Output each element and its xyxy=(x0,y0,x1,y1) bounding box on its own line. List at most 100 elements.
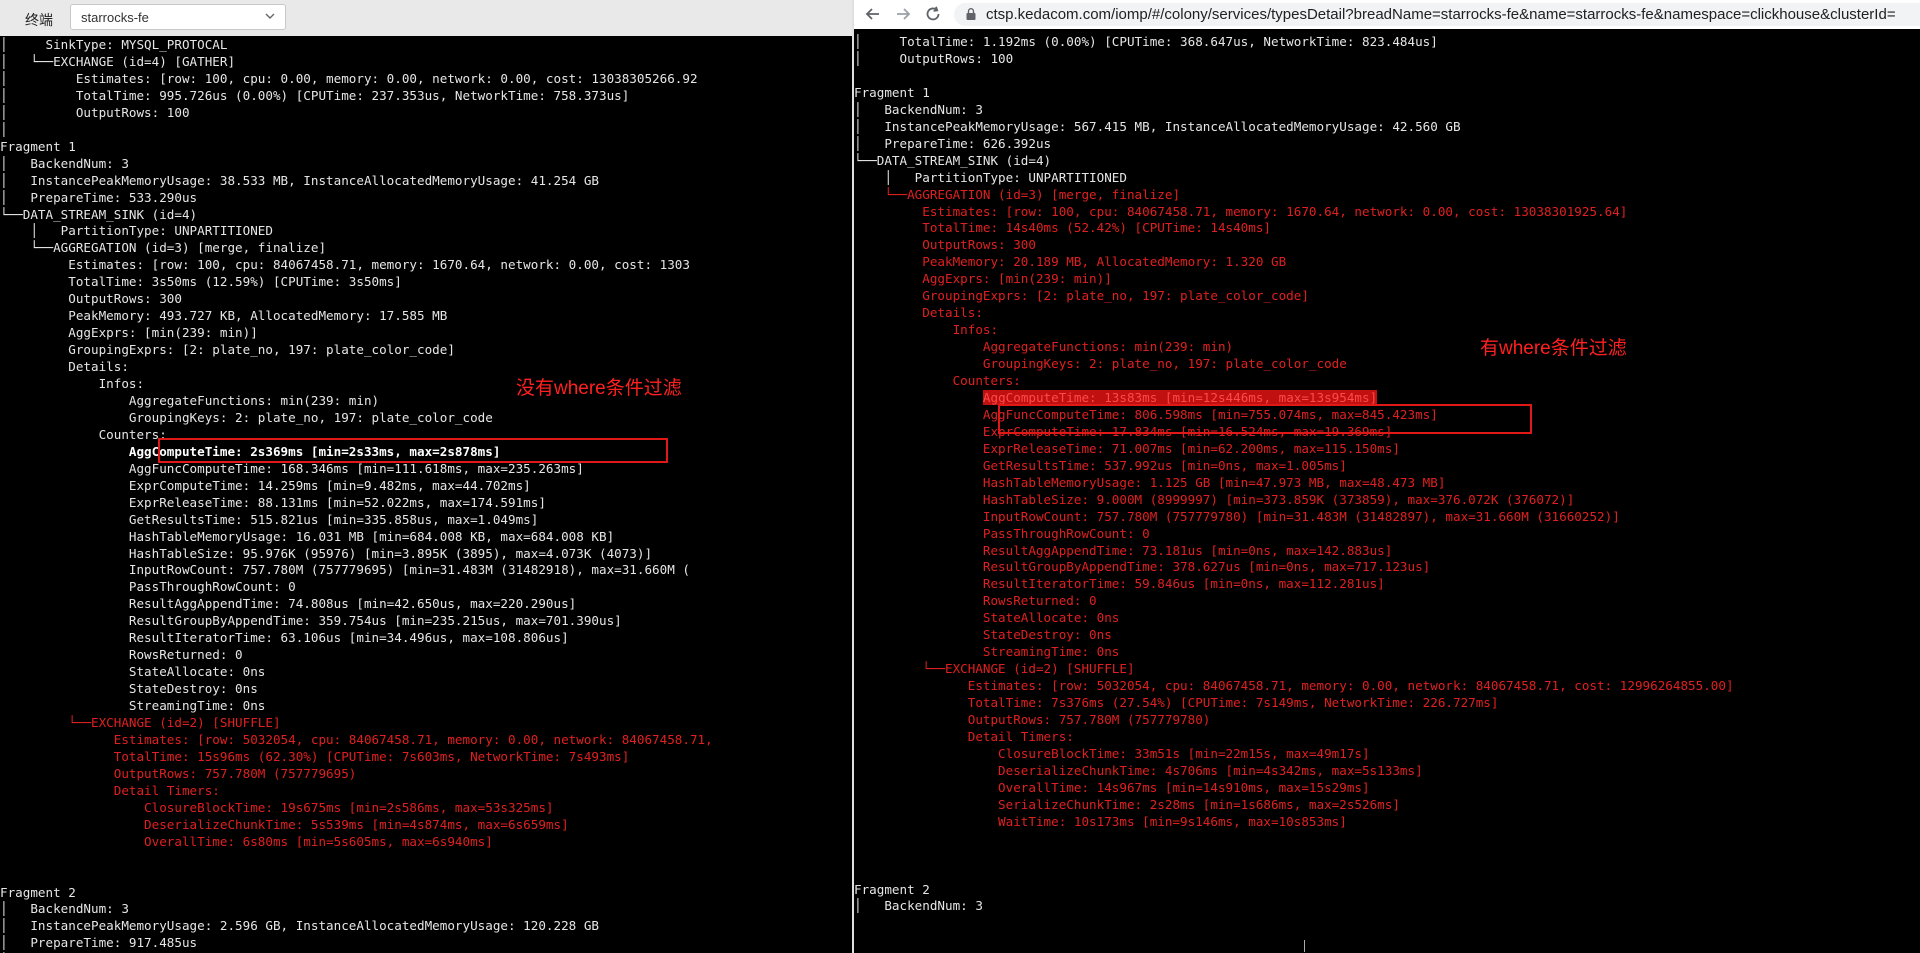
code-line: HashTableMemoryUsage: 1.125 GB [min=47.9… xyxy=(854,474,1446,490)
code-line: │ PrepareTime: 533.290us xyxy=(0,189,198,205)
code-line: AggregateFunctions: min(239: min) xyxy=(0,392,380,408)
code-line: Estimates: [row: 5032054, cpu: 84067458.… xyxy=(0,731,713,747)
code-line: DeserializeChunkTime: 5s539ms [min=4s874… xyxy=(0,816,569,832)
code-line: ClosureBlockTime: 19s675ms [min=2s586ms,… xyxy=(0,799,554,815)
annotation-no-where: 没有where条件过滤 xyxy=(516,378,682,399)
code-line: SerializeChunkTime: 2s28ms [min=1s686ms,… xyxy=(854,796,1400,812)
code-line: ExprReleaseTime: 71.007ms [min=62.200ms,… xyxy=(854,440,1400,456)
code-line: │ InstancePeakMemoryUsage: 2.596 GB, Ins… xyxy=(0,918,599,934)
code-line: │ Estimates: [row: 100, cpu: 0.00, memor… xyxy=(0,70,698,86)
code-line: ResultAggAppendTime: 73.181us [min=0ns, … xyxy=(854,542,1393,558)
code-line: OutputRows: 757.780M (757779695) xyxy=(0,765,357,781)
code-line: │ TotalTime: 995.726us (0.00%) [CPUTime:… xyxy=(0,87,630,103)
code-line: StateAllocate: 0ns xyxy=(0,664,266,680)
back-arrow-icon[interactable] xyxy=(864,5,882,23)
code-line: GetResultsTime: 537.992us [min=0ns, max=… xyxy=(854,457,1347,473)
highlight-box-left xyxy=(158,438,668,463)
code-line: WaitTime: 10s173ms [min=9s146ms, max=10s… xyxy=(854,813,1347,829)
code-line: PeakMemory: 20.189 MB, AllocatedMemory: … xyxy=(854,254,1287,270)
text-cursor xyxy=(1304,940,1305,952)
terminal-tab-label[interactable]: 终端 xyxy=(25,10,53,30)
code-line: Counters: xyxy=(854,373,1021,388)
code-line: │ PartitionType: UNPARTITIONED xyxy=(0,223,273,239)
code-line: RowsReturned: 0 xyxy=(854,593,1097,609)
code-line: Detail Timers: xyxy=(0,782,220,798)
chevron-down-icon xyxy=(265,13,275,19)
code-line: │ PrepareTime: 626.392us xyxy=(854,135,1052,151)
code-line: OutputRows: 757.780M (757779780) xyxy=(854,712,1211,727)
code-line: │ BackendNum: 3 xyxy=(0,901,129,917)
code-line: TotalTime: 7s376ms (27.54%) [CPUTime: 7s… xyxy=(854,695,1499,711)
code-line: GroupingExprs: [2: plate_no, 197: plate_… xyxy=(854,288,1309,304)
terminal-toolbar: 终端 starrocks-fe xyxy=(0,0,852,36)
code-line: GroupingExprs: [2: plate_no, 197: plate_… xyxy=(0,342,455,358)
code-line: │ TotalTime: 1.192ms (0.00%) [CPUTime: 3… xyxy=(854,34,1438,49)
code-line: HashTableSize: 95.976K (95976) [min=3.89… xyxy=(0,545,653,561)
code-line: ResultGroupByAppendTime: 378.627us [min=… xyxy=(854,559,1431,575)
code-line: Detail Timers: xyxy=(854,728,1074,744)
code-line: TotalTime: 14s40ms (52.42%) [CPUTime: 14… xyxy=(854,220,1272,236)
code-line: Infos: xyxy=(854,322,999,338)
forward-arrow-icon[interactable] xyxy=(894,5,912,23)
code-line: StreamingTime: 0ns xyxy=(854,644,1120,660)
browser-toolbar: ctsp.kedacom.com/iomp/#/colony/services/… xyxy=(854,0,1920,29)
code-line: OverallTime: 14s967ms [min=14s910ms, max… xyxy=(854,779,1370,795)
code-line: │ OutputRows: 100 xyxy=(0,104,190,120)
code-line: GroupingKeys: 2: plate_no, 197: plate_co… xyxy=(854,356,1347,372)
code-line: │ └──EXCHANGE (id=4) [GATHER] xyxy=(0,53,236,69)
code-line: OutputRows: 300 xyxy=(854,237,1036,253)
url-text[interactable]: ctsp.kedacom.com/iomp/#/colony/services/… xyxy=(986,6,1896,23)
reload-icon[interactable] xyxy=(924,5,942,23)
code-line: PassThroughRowCount: 0 xyxy=(0,579,296,595)
code-line: │ SinkType: MYSQL_PROTOCAL xyxy=(0,37,228,52)
code-line: AggregateFunctions: min(239: min) xyxy=(854,339,1234,355)
code-line: ClosureBlockTime: 33m51s [min=22m15s, ma… xyxy=(854,745,1370,761)
code-line: GetResultsTime: 515.821us [min=335.858us… xyxy=(0,511,539,527)
code-line: ResultGroupByAppendTime: 359.754us [min=… xyxy=(0,613,622,629)
code-line: PassThroughRowCount: 0 xyxy=(854,525,1150,541)
code-line: Fragment 2 xyxy=(854,881,930,897)
container-select[interactable]: starrocks-fe xyxy=(70,4,286,30)
code-line: Estimates: [row: 100, cpu: 84067458.71, … xyxy=(854,203,1628,219)
address-bar[interactable]: ctsp.kedacom.com/iomp/#/colony/services/… xyxy=(954,3,1920,26)
container-select-value: starrocks-fe xyxy=(81,10,149,25)
code-line: DeserializeChunkTime: 4s706ms [min=4s342… xyxy=(854,762,1423,778)
code-line: │ InstancePeakMemoryUsage: 567.415 MB, I… xyxy=(854,118,1461,134)
code-line: │ PartitionType: UNPARTITIONED xyxy=(854,169,1127,185)
code-line: │ xyxy=(0,121,8,137)
code-line: Estimates: [row: 100, cpu: 84067458.71, … xyxy=(0,257,690,273)
code-line: HashTableMemoryUsage: 16.031 MB [min=684… xyxy=(0,528,615,544)
code-line: │ OutputRows: 100 xyxy=(854,50,1014,66)
browser-window: ctsp.kedacom.com/iomp/#/colony/services/… xyxy=(852,0,1920,953)
code-line: ExprReleaseTime: 88.131ms [min=52.022ms,… xyxy=(0,494,546,510)
code-line: StateDestroy: 0ns xyxy=(854,627,1112,643)
code-line: AggExprs: [min(239: min)] xyxy=(854,271,1112,287)
code-line: TotalTime: 15s96ms (62.30%) [CPUTime: 7s… xyxy=(0,748,630,764)
code-line: ResultIteratorTime: 63.106us [min=34.496… xyxy=(0,630,569,646)
code-line: StateAllocate: 0ns xyxy=(854,610,1120,626)
code-line: Fragment 1 xyxy=(0,138,76,154)
terminal-window: 终端 starrocks-fe │ SinkType: MYSQL_PROTOC… xyxy=(0,0,852,953)
code-line: └──DATA_STREAM_SINK (id=4) xyxy=(0,206,198,222)
code-line: HashTableSize: 9.000M (8999997) [min=373… xyxy=(854,491,1575,507)
code-line: Details: xyxy=(0,359,129,375)
lock-icon[interactable] xyxy=(964,7,978,21)
code-line: └──AGGREGATION (id=3) [merge, finalize] xyxy=(854,186,1181,202)
code-line: └──EXCHANGE (id=2) [SHUFFLE] xyxy=(0,715,281,730)
code-line: OverallTime: 6s80ms [min=5s605ms, max=6s… xyxy=(0,833,493,849)
code-line: InputRowCount: 757.780M (757779780) [min… xyxy=(854,508,1620,524)
code-line: AggExprs: [min(239: min)] xyxy=(0,325,258,341)
code-line: GroupingKeys: 2: plate_no, 197: plate_co… xyxy=(0,409,493,425)
code-line: Details: xyxy=(854,305,983,321)
code-line: │ BackendNum: 3 xyxy=(0,155,129,171)
code-line: StreamingTime: 0ns xyxy=(0,698,266,714)
code-line: StateDestroy: 0ns xyxy=(0,681,258,697)
code-line: └──DATA_STREAM_SINK (id=4) xyxy=(854,152,1052,168)
highlight-box-right xyxy=(998,404,1532,434)
code-line: RowsReturned: 0 xyxy=(0,647,243,663)
code-line: Infos: xyxy=(0,376,145,391)
code-line: └──EXCHANGE (id=2) [SHUFFLE] xyxy=(854,661,1135,677)
code-line: │ InstancePeakMemoryUsage: 38.533 MB, In… xyxy=(0,172,599,188)
code-line: ResultAggAppendTime: 74.808us [min=42.65… xyxy=(0,596,577,612)
code-line: Estimates: [row: 5032054, cpu: 84067458.… xyxy=(854,678,1734,694)
